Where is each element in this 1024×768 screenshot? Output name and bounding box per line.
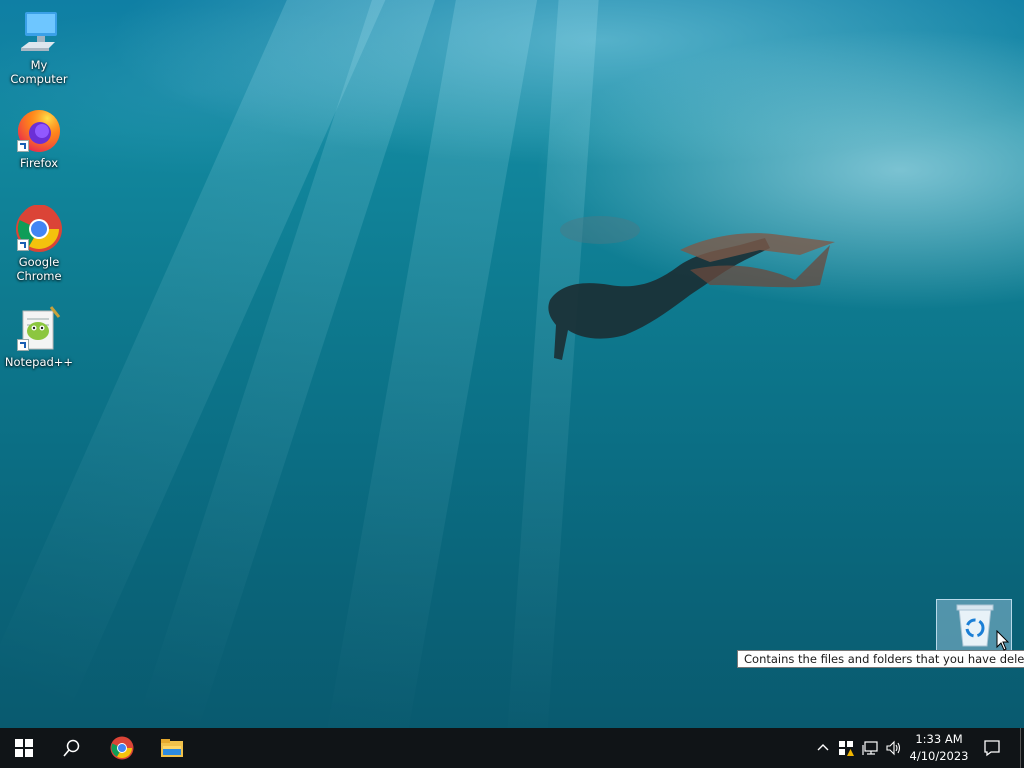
taskbar-chrome-button[interactable]	[98, 728, 146, 768]
search-button[interactable]	[48, 728, 96, 768]
clock-date: 4/10/2023	[909, 749, 969, 763]
desktop[interactable]: My Computer Firefox Google Chrome Notepa…	[0, 0, 1024, 728]
show-desktop-button[interactable]	[1020, 728, 1021, 768]
chrome-icon	[110, 736, 134, 760]
recycle-bin-tooltip: Contains the files and folders that you …	[737, 650, 1024, 668]
desktop-icon-label: Google Chrome	[16, 255, 62, 283]
network-icon[interactable]	[862, 740, 878, 756]
firefox-icon	[15, 106, 63, 154]
recycle-bin-icon	[956, 604, 994, 647]
file-explorer-icon	[161, 739, 183, 757]
desktop-icon-my-computer[interactable]: My Computer	[1, 8, 77, 86]
start-button[interactable]	[0, 728, 48, 768]
desktop-icon-notepad-plus-plus[interactable]: Notepad++	[1, 305, 77, 369]
chrome-icon	[15, 204, 63, 253]
shortcut-arrow-icon	[17, 239, 29, 251]
search-icon	[63, 739, 80, 757]
shortcut-arrow-icon	[17, 140, 29, 152]
windows-start-icon	[15, 739, 33, 757]
taskbar: 1:33 AM 4/10/2023	[0, 728, 1024, 768]
computer-icon	[15, 8, 63, 56]
taskbar-file-explorer-button[interactable]	[148, 728, 196, 768]
desktop-icon-label: My Computer	[10, 58, 68, 86]
shortcut-arrow-icon	[17, 339, 29, 351]
mouse-cursor-icon	[996, 630, 1010, 651]
clock-time: 1:33 AM	[915, 732, 963, 746]
volume-icon[interactable]	[886, 740, 902, 756]
chevron-up-icon[interactable]	[815, 740, 831, 756]
desktop-icon-label: Notepad++	[4, 355, 74, 369]
security-warning-icon[interactable]	[838, 740, 854, 756]
wallpaper-swimmer	[548, 216, 835, 360]
desktop-icon-firefox[interactable]: Firefox	[1, 106, 77, 170]
notepad-plus-plus-icon	[15, 305, 63, 353]
notification-icon[interactable]	[983, 739, 1001, 757]
desktop-icon-google-chrome[interactable]: Google Chrome	[1, 204, 77, 283]
taskbar-clock[interactable]: 1:33 AM 4/10/2023	[906, 731, 972, 765]
desktop-icon-label: Firefox	[19, 156, 59, 170]
